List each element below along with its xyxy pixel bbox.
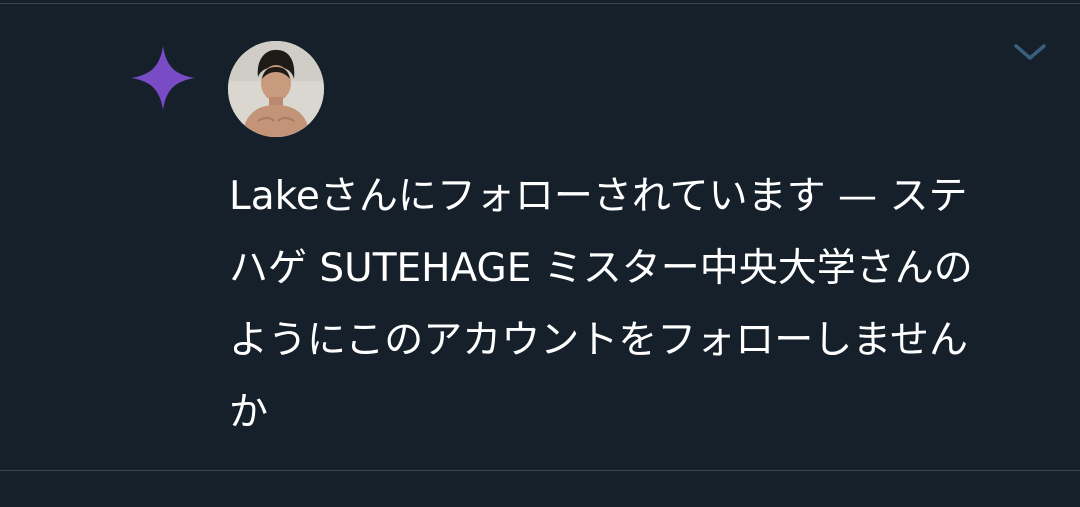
avatar-photo-icon [228,41,324,137]
sparkle-icon [131,46,195,110]
more-options-button[interactable] [1008,34,1052,70]
avatar[interactable] [228,41,324,137]
notification-frame: Lakeさんにフォローされています — ステハゲ SUTEHAGE ミスター中央… [0,0,1080,507]
chevron-down-icon [1014,44,1046,60]
notification-text[interactable]: Lakeさんにフォローされています — ステハゲ SUTEHAGE ミスター中央… [229,161,989,449]
bottom-divider [0,470,1080,471]
top-divider [0,3,1080,4]
